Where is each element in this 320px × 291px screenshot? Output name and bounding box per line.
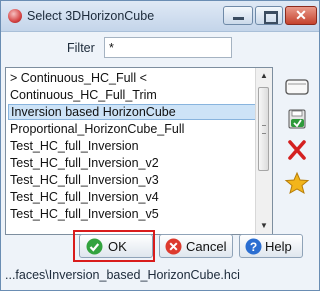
filter-label: Filter	[67, 41, 95, 55]
set-default-button[interactable]	[284, 171, 310, 195]
list-item[interactable]: Continuous_HC_Full_Trim	[8, 87, 258, 103]
list-item[interactable]: > Continuous_HC_Full <	[8, 70, 258, 86]
scroll-up-icon[interactable]: ▲	[256, 68, 272, 84]
grip-icon	[262, 125, 266, 134]
list-item[interactable]: Test_HC_full_Inversion	[8, 138, 258, 154]
remove-icon	[288, 140, 306, 160]
remove-button[interactable]	[284, 138, 310, 162]
scroll-down-icon[interactable]: ▼	[256, 218, 272, 234]
list-item[interactable]: Test_HC_full_Inversion_v4	[8, 189, 258, 205]
title-bar[interactable]: Select 3DHorizonCube ✕	[1, 1, 319, 32]
app-icon	[8, 9, 22, 23]
status-bar: ...faces\Inversion_based_HorizonCube.hci	[1, 263, 319, 290]
save-button[interactable]	[284, 107, 310, 131]
maximize-button[interactable]	[255, 6, 283, 25]
scroll-thumb[interactable]	[258, 87, 269, 171]
svg-text:?: ?	[250, 240, 257, 254]
list-item[interactable]: Test_HC_full_Inversion_v3	[8, 172, 258, 188]
cancel-label: Cancel	[186, 239, 227, 254]
list-item[interactable]: Test_HC_full_Inversion_v2	[8, 155, 258, 171]
window-title: Select 3DHorizonCube	[27, 9, 155, 23]
cancel-button[interactable]: Cancel	[159, 234, 233, 258]
help-icon: ?	[245, 238, 262, 255]
list-scrollbar[interactable]: ▲ ▼	[255, 68, 272, 234]
select-dialog: Select 3DHorizonCube ✕ Filter > Continuo…	[0, 0, 320, 291]
ok-button[interactable]: OK	[79, 234, 153, 258]
ok-check-icon	[86, 238, 103, 255]
minimize-icon	[233, 17, 244, 20]
maximize-icon	[264, 11, 278, 24]
cancel-icon	[165, 238, 182, 255]
list-item-selected[interactable]: Inversion based HorizonCube	[8, 104, 256, 120]
list-item[interactable]: Test_HC_full_Inversion_v5	[8, 206, 258, 222]
close-button[interactable]: ✕	[285, 6, 317, 25]
filter-input[interactable]	[104, 37, 232, 58]
help-button[interactable]: ? Help	[239, 234, 303, 258]
cube-list[interactable]: > Continuous_HC_Full < Continuous_HC_Ful…	[5, 67, 273, 235]
help-label: Help	[265, 239, 292, 254]
rename-icon	[285, 79, 309, 95]
star-icon	[284, 171, 310, 195]
save-icon	[288, 109, 306, 129]
rename-button[interactable]	[284, 75, 310, 99]
selected-file-path: ...faces\Inversion_based_HorizonCube.hci	[5, 268, 240, 282]
minimize-button[interactable]	[223, 6, 253, 25]
close-icon: ✕	[295, 7, 307, 23]
list-item[interactable]: Proportional_HorizonCube_Full	[8, 121, 258, 137]
ok-label: OK	[108, 239, 127, 254]
